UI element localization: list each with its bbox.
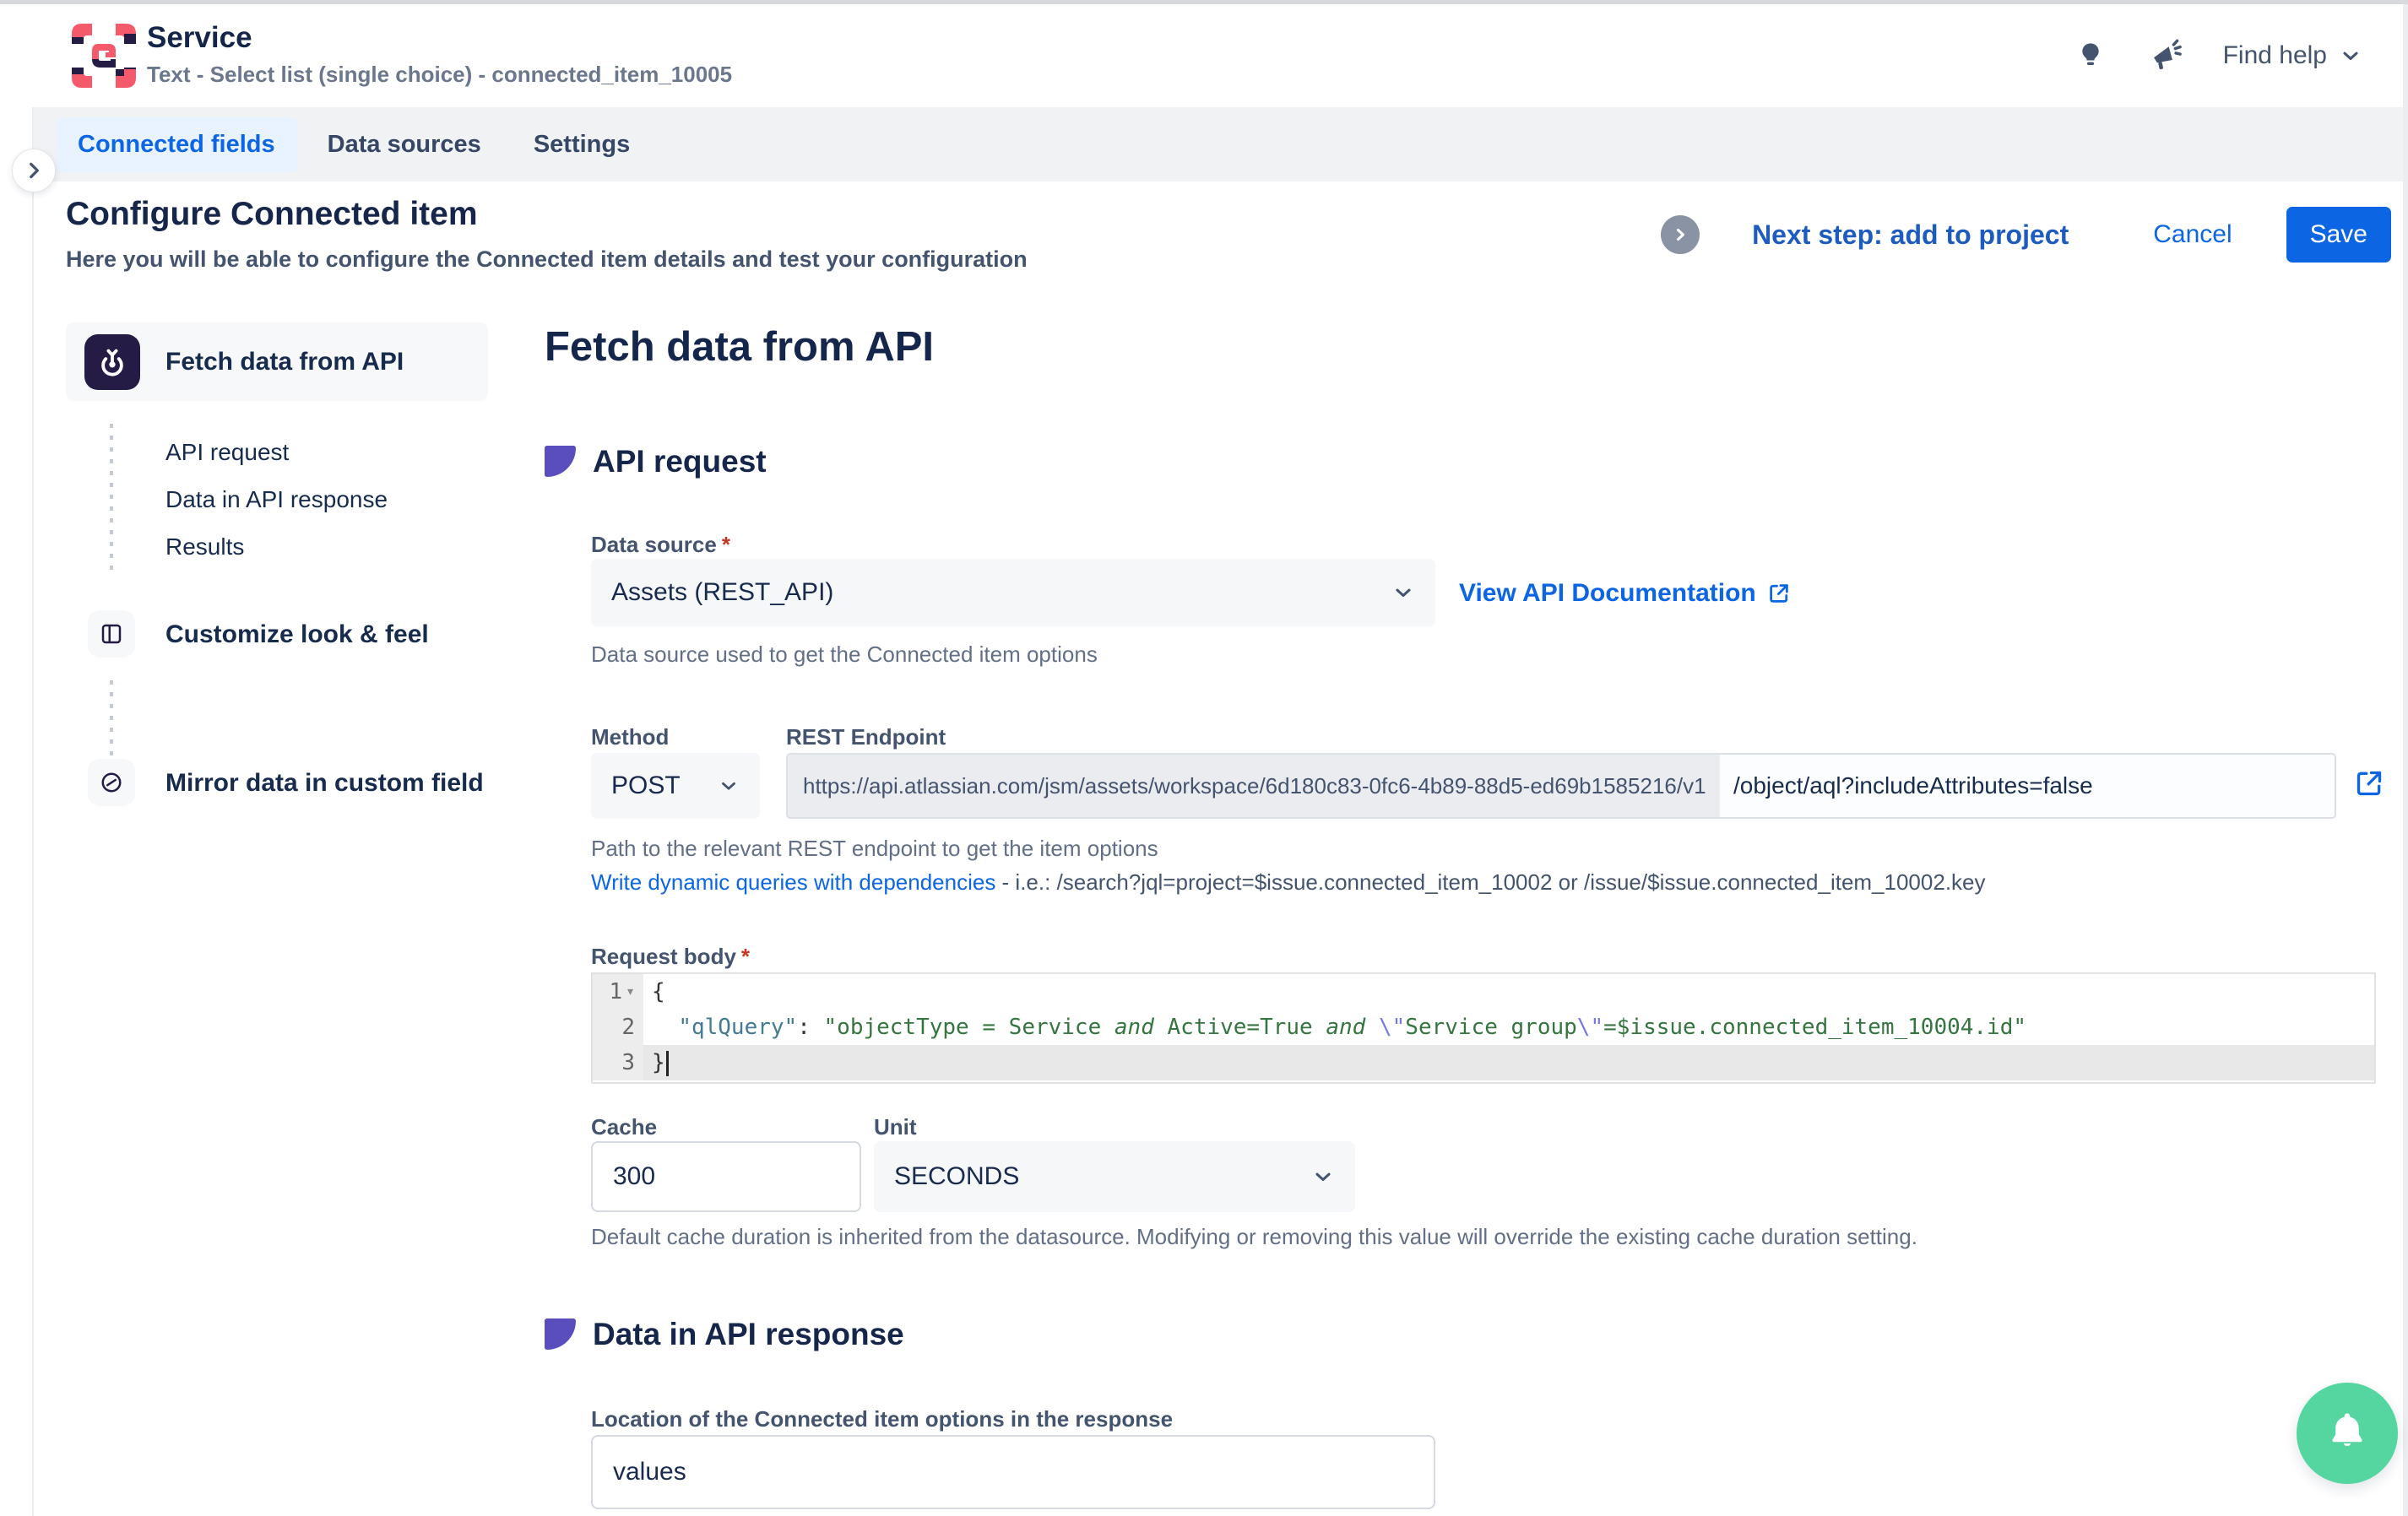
text-cursor [665,1050,669,1076]
method-value: POST [611,772,681,799]
configure-actions: Next step: add to project Cancel Save [1661,194,2391,275]
tab-data-sources[interactable]: Data sources [306,117,503,172]
tab-strip: Connected fields Data sources Settings [32,107,2403,181]
data-source-help: Data source used to get the Connected it… [591,642,1098,667]
section-title-data-in-api-response: Data in API response [593,1317,904,1351]
step-connector [110,680,113,758]
editor-code-line-3[interactable]: } [643,1045,2374,1080]
data-source-value: Assets (REST_API) [611,578,834,606]
page-subtitle: Text - Select list (single choice) - con… [147,62,733,87]
chevron-right-icon [30,162,39,179]
find-help-menu[interactable]: Find help [2223,41,2362,70]
sidebar-step-mirror-label[interactable]: Mirror data in custom field [165,769,484,798]
section-marker-icon [545,446,576,477]
configure-subtitle: Here you will be able to configure the C… [66,246,1028,272]
sidebar-step-fetch-data-label: Fetch data from API [165,347,404,376]
endpoint-external-link-icon[interactable] [2352,766,2386,800]
request-body-editor[interactable]: 1 ▾ { 2 "qlQuery": "objectType = Service … [591,972,2376,1084]
chevron-down-icon [1396,588,1411,598]
editor-gutter: 3 [593,1045,643,1080]
bell-icon [2332,1413,2362,1447]
unit-label: Unit [874,1114,917,1140]
endpoint-help: Path to the relevant REST endpoint to ge… [591,836,1158,861]
next-step-label: Next step: add to project [1752,219,2069,250]
app-logo-icon [63,15,144,96]
dynamic-queries-line: Write dynamic queries with dependencies … [591,869,1986,896]
editor-line-2[interactable]: 2 "qlQuery": "objectType = Service and A… [593,1010,2374,1045]
tab-connected-fields[interactable]: Connected fields [56,116,297,172]
data-source-select[interactable]: Assets (REST_API) [591,559,1435,626]
editor-code-line-2[interactable]: "qlQuery": "objectType = Service and Act… [643,1010,2374,1045]
chevron-down-icon [722,782,735,790]
cache-input[interactable] [591,1141,861,1212]
cache-label: Cache [591,1114,658,1140]
top-bar: Service Text - Select list (single choic… [0,4,2403,107]
sidebar-step-customize-label[interactable]: Customize look & feel [165,620,429,649]
editor-code-line-1[interactable]: { [643,974,2374,1010]
location-input[interactable] [591,1435,1435,1509]
notifications-fab[interactable] [2297,1383,2398,1484]
top-bar-actions: Find help [2071,4,2362,107]
main-heading: Fetch data from API [545,324,935,370]
step-connector [110,424,113,577]
unit-select[interactable]: SECONDS [874,1141,1355,1212]
layout-icon[interactable] [88,610,135,658]
view-api-doc-label: View API Documentation [1459,579,1756,607]
view-api-doc-link[interactable]: View API Documentation [1459,579,1792,608]
data-source-label: Data source * [591,532,730,557]
editor-gutter: 1 ▾ [593,974,643,1010]
sidebar-substep-data-in-api-response[interactable]: Data in API response [165,486,388,513]
find-help-label: Find help [2222,41,2327,69]
sidebar-substep-api-request[interactable]: API request [165,439,289,466]
chevron-down-icon [2339,44,2362,68]
endpoint-base-url: https://api.atlassian.com/jsm/assets/wor… [788,755,1720,817]
page-title: Service [147,21,252,54]
required-marker: * [721,532,730,557]
unit-value: SECONDS [894,1162,1020,1190]
rest-endpoint-input[interactable]: https://api.atlassian.com/jsm/assets/wor… [786,753,2336,819]
lightbulb-icon[interactable] [2071,36,2110,75]
fold-arrow-icon[interactable]: ▾ [626,974,635,1010]
next-step-arrow-icon [1661,215,1700,254]
tab-settings[interactable]: Settings [512,117,652,172]
section-marker-icon [545,1318,576,1350]
editor-line-1[interactable]: 1 ▾ { [593,974,2374,1010]
sidebar-step-fetch-data[interactable]: Fetch data from API [66,322,488,401]
method-select[interactable]: POST [591,753,760,819]
expand-sidebar-button[interactable] [12,149,56,192]
scrollbar-track[interactable] [2403,4,2408,1516]
cache-help: Default cache duration is inherited from… [591,1224,1917,1249]
location-label: Location of the Connected item options i… [591,1406,1174,1432]
request-body-label: Request body * [591,944,751,969]
section-title-api-request: API request [593,444,767,479]
sidebar-substep-results[interactable]: Results [165,533,244,560]
dynamic-queries-link[interactable]: Write dynamic queries with dependencies [591,869,995,895]
editor-gutter: 2 [593,1010,643,1045]
required-marker: * [740,944,751,969]
left-rail-divider [32,107,34,1516]
dynamic-queries-example: - i.e.: /search?jql=project=$issue.conne… [995,869,1986,895]
webhook-icon [84,333,140,390]
cancel-button[interactable]: Cancel [2153,220,2232,249]
editor-line-3[interactable]: 3 } [593,1045,2374,1080]
endpoint-path-value[interactable]: /object/aql?includeAttributes=false [1720,755,2335,817]
external-link-icon [1769,584,1788,603]
method-label: Method [591,724,670,750]
chevron-down-icon [1315,1172,1331,1182]
configure-title: Configure Connected item [66,196,478,232]
endpoint-label: REST Endpoint [786,724,946,750]
mirror-icon[interactable] [88,759,135,806]
save-button[interactable]: Save [2286,207,2391,263]
megaphone-icon[interactable] [2147,36,2186,75]
